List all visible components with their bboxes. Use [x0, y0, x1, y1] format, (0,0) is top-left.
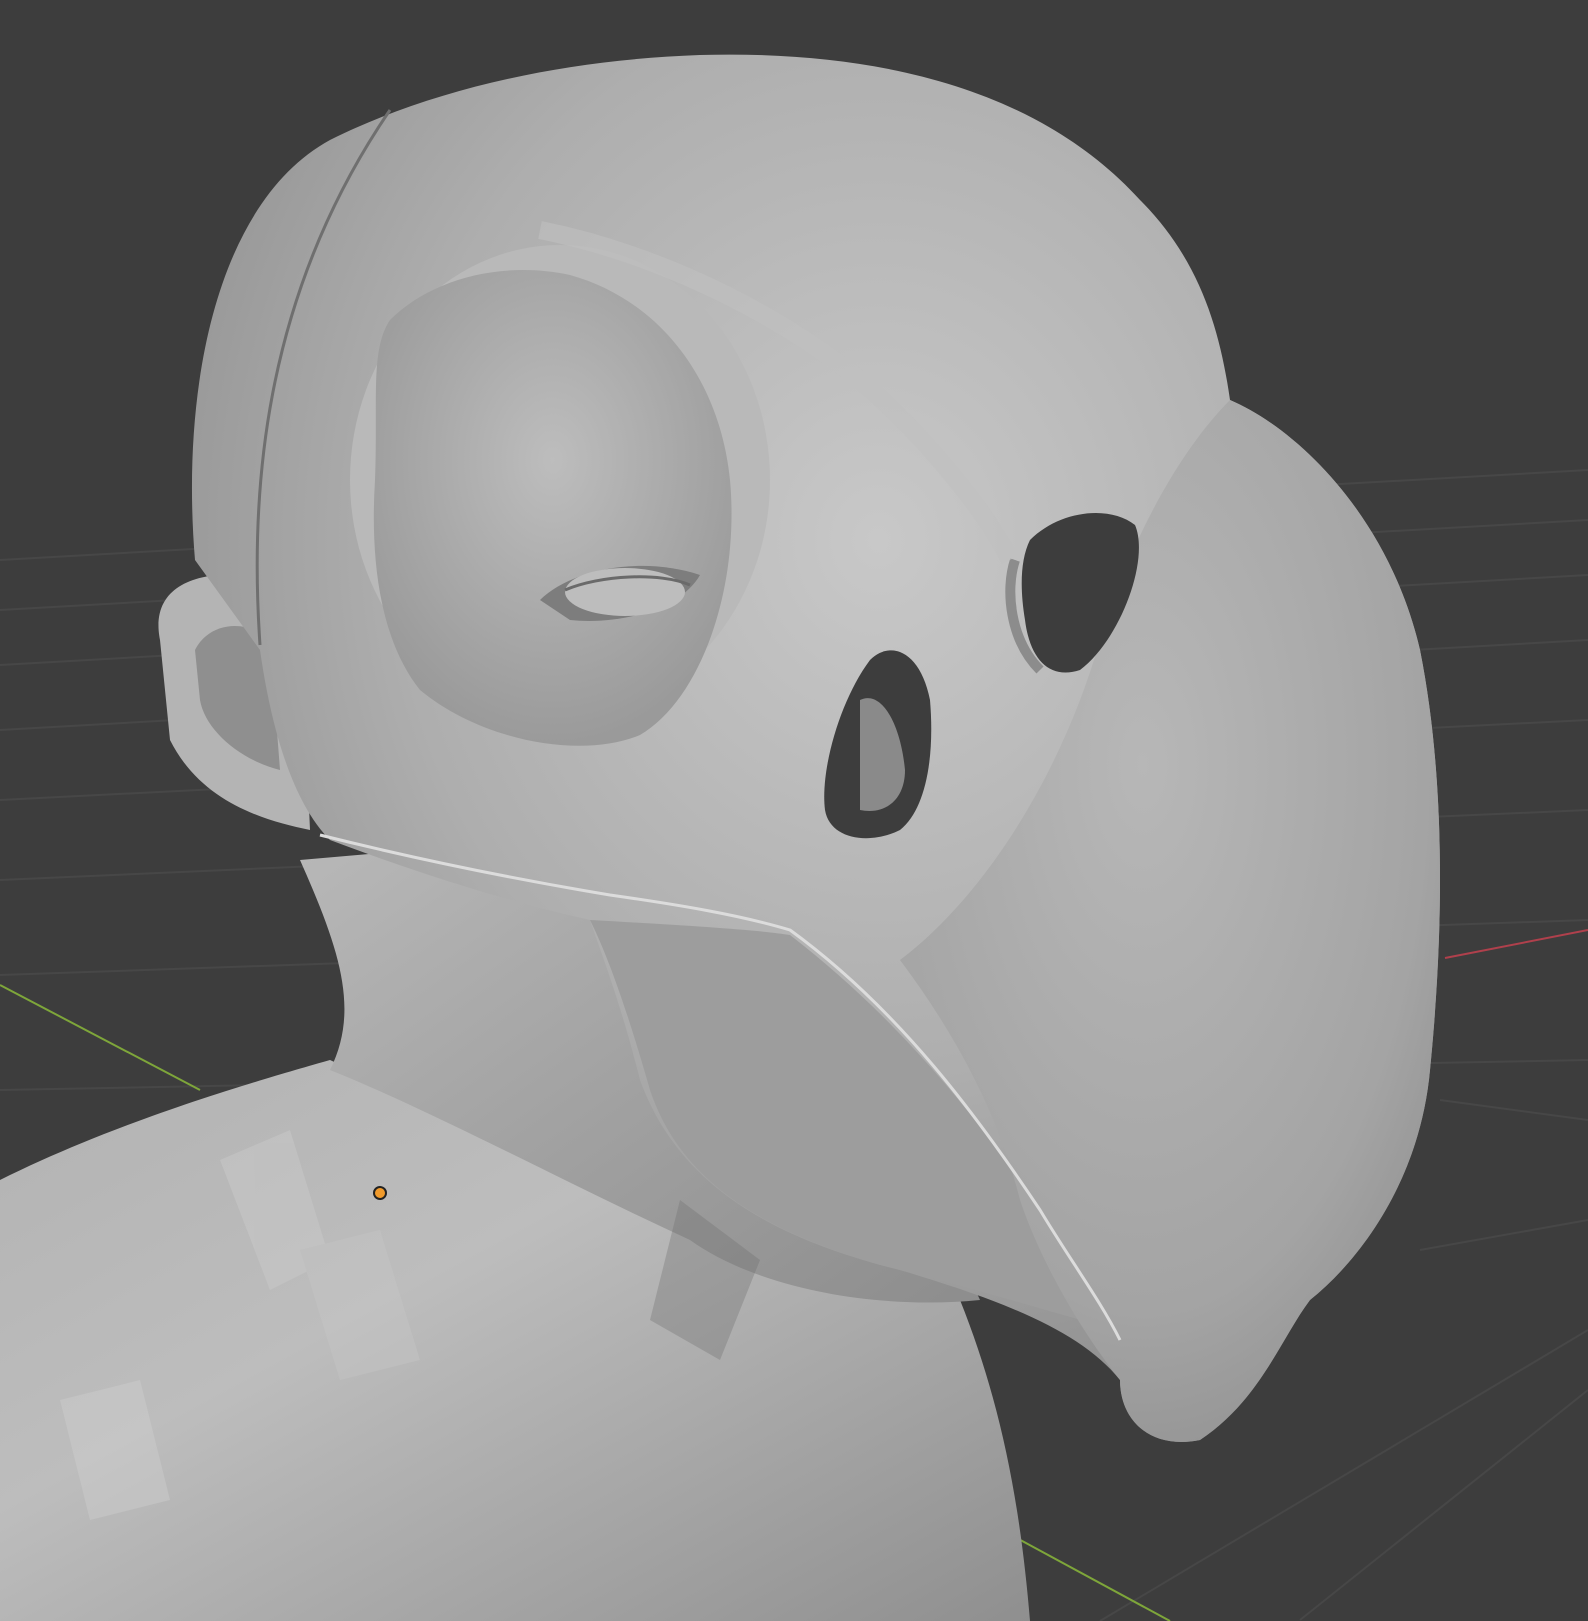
- 3d-viewport[interactable]: [0, 0, 1588, 1621]
- object-origin-icon[interactable]: [373, 1186, 387, 1200]
- y-axis-line: [0, 984, 201, 1091]
- x-axis-line: [1444, 929, 1588, 959]
- viewport-scene[interactable]: [0, 0, 1588, 1621]
